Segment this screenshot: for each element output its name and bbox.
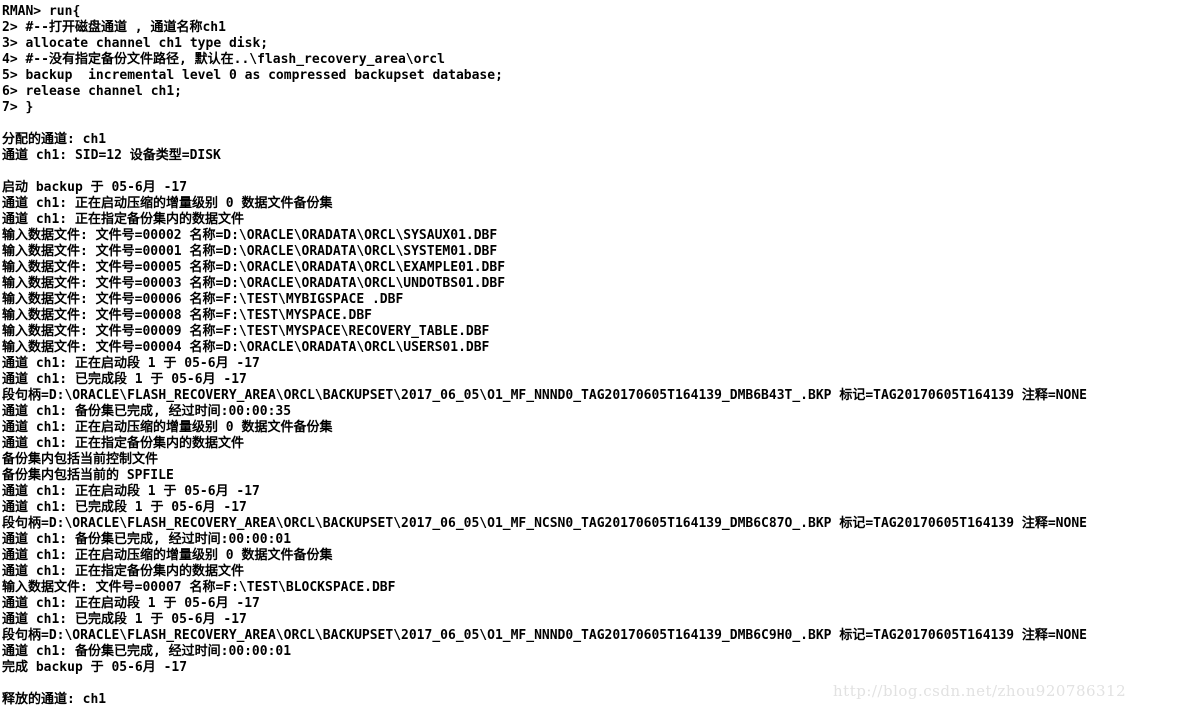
console-line: 通道 ch1: 已完成段 1 于 05-6月 -17 <box>2 372 247 387</box>
console-line: 通道 ch1: 备份集已完成, 经过时间:00:00:01 <box>2 532 292 547</box>
console-line: 输入数据文件: 文件号=00005 名称=D:\ORACLE\ORADATA\O… <box>2 260 506 275</box>
rman-console[interactable]: RMAN> run{2> #--打开磁盘通道 , 通道名称ch1 3> alloc… <box>0 0 1189 711</box>
console-line: 通道 ch1: 正在启动段 1 于 05-6月 -17 <box>2 356 260 371</box>
console-line: 通道 ch1: 已完成段 1 于 05-6月 -17 <box>2 500 247 515</box>
console-line: 通道 ch1: 正在启动段 1 于 05-6月 -17 <box>2 596 260 611</box>
console-line: 完成 backup 于 05-6月 -17 <box>2 660 188 675</box>
console-line: 段句柄=D:\ORACLE\FLASH_RECOVERY_AREA\ORCL\B… <box>2 388 1087 403</box>
console-line: 5> backup incremental level 0 as compres… <box>2 68 503 83</box>
watermark-url: http://blog.csdn.net/zhou920786312 <box>833 682 1127 700</box>
console-line: 备份集内包括当前的 SPFILE <box>2 468 174 483</box>
console-line: 输入数据文件: 文件号=00007 名称=F:\TEST\BLOCKSPACE.… <box>2 580 396 595</box>
console-line: 段句柄=D:\ORACLE\FLASH_RECOVERY_AREA\ORCL\B… <box>2 516 1087 531</box>
console-line: 输入数据文件: 文件号=00001 名称=D:\ORACLE\ORADATA\O… <box>2 244 498 259</box>
console-line: 输入数据文件: 文件号=00002 名称=D:\ORACLE\ORADATA\O… <box>2 228 498 243</box>
console-line: 通道 ch1: 正在启动压缩的增量级别 0 数据文件备份集 <box>2 196 333 211</box>
console-line: 备份集内包括当前控制文件 <box>2 452 159 467</box>
console-line: 通道 ch1: 备份集已完成, 经过时间:00:00:35 <box>2 404 292 419</box>
console-line: 通道 ch1: 正在启动压缩的增量级别 0 数据文件备份集 <box>2 420 333 435</box>
console-line: 3> allocate channel ch1 type disk; <box>2 36 269 51</box>
console-line: 2> #--打开磁盘通道 , 通道名称ch1 <box>2 20 226 35</box>
console-line: 启动 backup 于 05-6月 -17 <box>2 180 188 195</box>
console-line: 输入数据文件: 文件号=00008 名称=F:\TEST\MYSPACE.DBF <box>2 308 372 323</box>
console-line: 输入数据文件: 文件号=00004 名称=D:\ORACLE\ORADATA\O… <box>2 340 490 355</box>
console-line: 通道 ch1: SID=12 设备类型=DISK <box>2 148 221 163</box>
console-line: 7> } <box>2 100 34 115</box>
console-line: 段句柄=D:\ORACLE\FLASH_RECOVERY_AREA\ORCL\B… <box>2 628 1087 643</box>
console-line: 通道 ch1: 已完成段 1 于 05-6月 -17 <box>2 612 247 627</box>
console-line: 分配的通道: ch1 <box>2 132 107 147</box>
console-output: RMAN> run{2> #--打开磁盘通道 , 通道名称ch1 3> alloc… <box>2 4 1189 708</box>
console-line: 4> #--没有指定备份文件路径, 默认在..\flash_recovery_a… <box>2 52 445 67</box>
console-line: RMAN> run{ <box>2 4 81 19</box>
console-line: 通道 ch1: 正在指定备份集内的数据文件 <box>2 212 244 227</box>
console-line: 输入数据文件: 文件号=00003 名称=D:\ORACLE\ORADATA\O… <box>2 276 506 291</box>
console-line: 通道 ch1: 正在指定备份集内的数据文件 <box>2 436 244 451</box>
console-line: 通道 ch1: 正在启动压缩的增量级别 0 数据文件备份集 <box>2 548 333 563</box>
console-line: 通道 ch1: 正在指定备份集内的数据文件 <box>2 564 244 579</box>
console-line: 通道 ch1: 正在启动段 1 于 05-6月 -17 <box>2 484 260 499</box>
console-line: 输入数据文件: 文件号=00006 名称=F:\TEST\MYBIGSPACE … <box>2 292 404 307</box>
console-line: 输入数据文件: 文件号=00009 名称=F:\TEST\MYSPACE\REC… <box>2 324 490 339</box>
console-line: 通道 ch1: 备份集已完成, 经过时间:00:00:01 <box>2 644 292 659</box>
console-line: 6> release channel ch1; <box>2 84 183 99</box>
